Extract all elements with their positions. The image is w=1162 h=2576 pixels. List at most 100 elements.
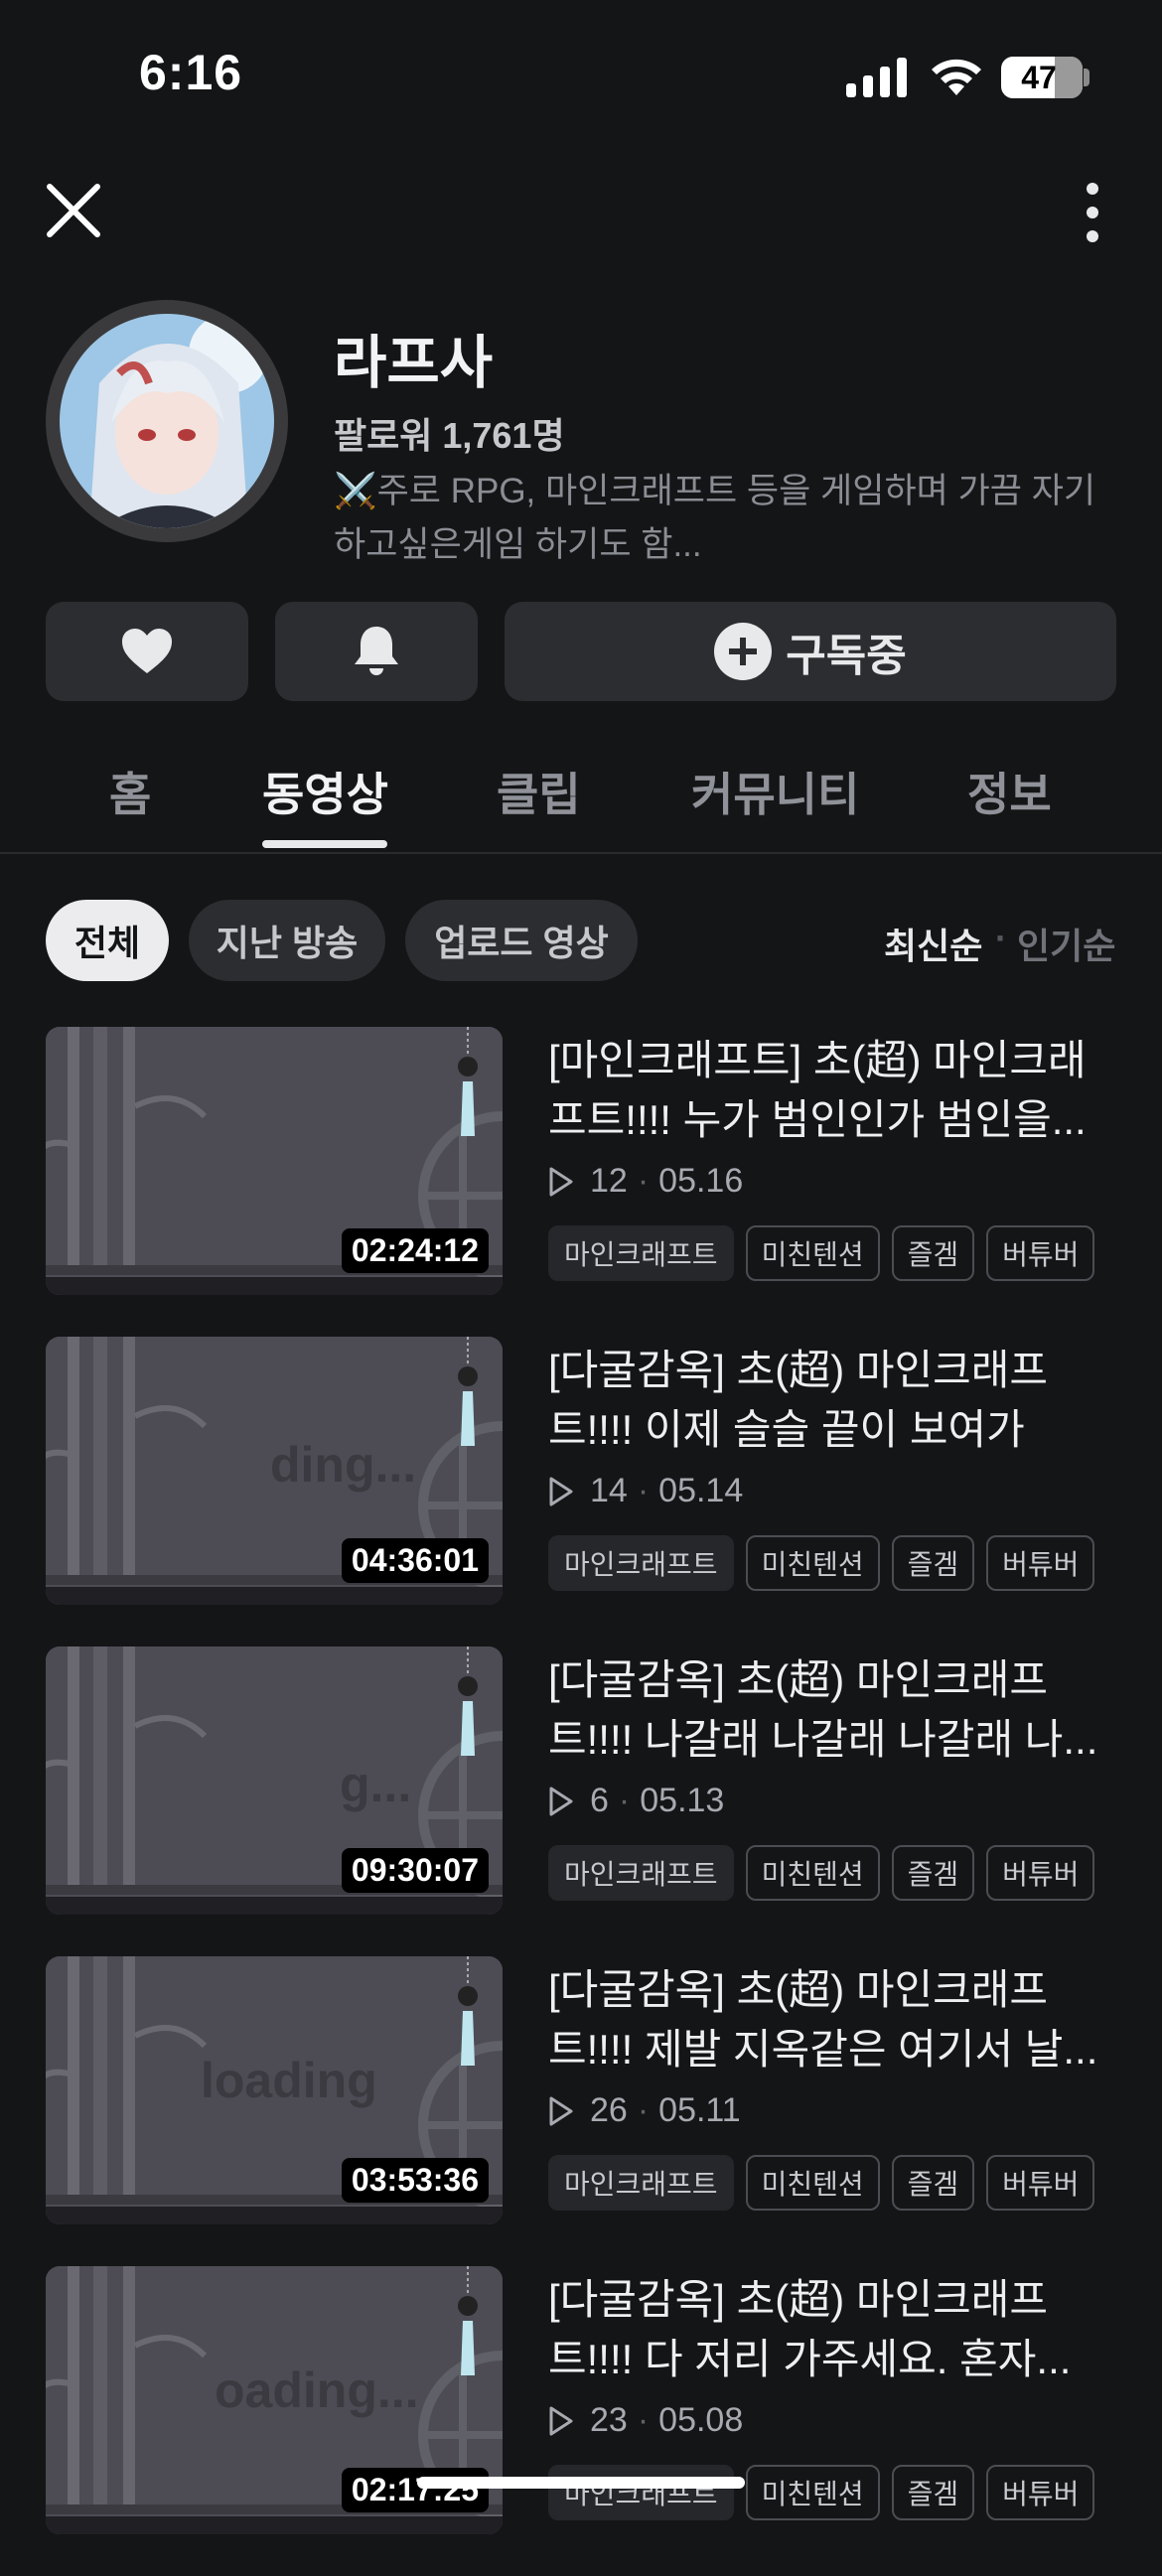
tag-chip[interactable]: 미친텐션 xyxy=(745,1535,880,1591)
video-thumbnail[interactable]: g... 09:30:07 xyxy=(46,1646,503,1915)
tag-chip[interactable]: 즐겜 xyxy=(891,1225,975,1281)
battery-icon: 47 xyxy=(1001,57,1083,98)
home-indicator[interactable] xyxy=(417,2477,745,2489)
video-duration: 02:17:25 xyxy=(341,2468,489,2512)
view-count: 6 xyxy=(590,1782,609,1819)
video-meta: 14 · 05.14 xyxy=(548,1472,743,1510)
tab-clips[interactable]: 클립 xyxy=(497,759,581,824)
tag-chip[interactable]: 마인크래프트 xyxy=(548,1225,734,1281)
video-tags: 마인크래프트 미친텐션 즐겜 버튜버 xyxy=(548,1845,1106,1901)
video-item[interactable]: 02:24:12 [마인크래프트] 초(超) 마인크래프트!!!! 누가 범인인… xyxy=(0,1027,1162,1337)
video-duration: 09:30:07 xyxy=(341,1848,489,1893)
channel-avatar[interactable] xyxy=(46,300,288,542)
video-duration: 04:36:01 xyxy=(341,1538,489,1583)
channel-description[interactable]: ⚔️주로 RPG, 마인크래프트 등을 게임하며 가끔 자기 하고싶은게임 하기… xyxy=(334,465,1108,572)
sort-newest[interactable]: 최신순 xyxy=(884,918,982,969)
active-tab-indicator xyxy=(262,840,387,848)
video-tags: 마인크래프트 미친텐션 즐겜 버튜버 xyxy=(548,2465,1106,2520)
cellular-signal-icon xyxy=(846,58,907,97)
video-duration: 03:53:36 xyxy=(341,2158,489,2203)
upload-date: 05.14 xyxy=(658,1472,744,1509)
meta-separator: · xyxy=(637,2091,650,2129)
upload-date: 05.13 xyxy=(640,1782,725,1819)
play-icon xyxy=(549,2406,573,2435)
subscribe-button[interactable]: 구독중 xyxy=(505,602,1116,701)
play-icon xyxy=(549,1477,573,1505)
more-options-icon[interactable] xyxy=(1073,181,1112,244)
video-thumbnail[interactable]: oading... 02:17:25 xyxy=(46,2266,503,2534)
view-count: 12 xyxy=(590,1162,628,1200)
tag-chip[interactable]: 즐겜 xyxy=(891,1845,975,1901)
tag-chip[interactable]: 마인크래프트 xyxy=(548,1845,734,1901)
tag-chip[interactable]: 즐겜 xyxy=(891,2465,975,2520)
meta-separator: · xyxy=(637,1162,650,1200)
upload-date: 05.16 xyxy=(658,1162,744,1200)
bell-icon xyxy=(355,627,398,675)
video-title[interactable]: [다굴감옥] 초(超) 마인크래프트!!!! 제발 지옥같은 여기서 날... xyxy=(548,1960,1104,2079)
tab-home[interactable]: 홈 xyxy=(109,759,151,824)
video-thumbnail[interactable]: 02:24:12 xyxy=(46,1027,503,1295)
meta-separator: · xyxy=(637,1472,650,1509)
video-title[interactable]: [다굴감옥] 초(超) 마인크래프트!!!! 이제 슬슬 끝이 보여가 희... xyxy=(548,1341,1104,1460)
plus-icon xyxy=(714,623,773,680)
video-thumbnail[interactable]: ding... 04:36:01 xyxy=(46,1337,503,1605)
filter-all[interactable]: 전체 xyxy=(46,900,169,981)
tag-chip[interactable]: 버튜버 xyxy=(986,1535,1095,1591)
notification-button[interactable] xyxy=(275,602,478,701)
video-meta: 12 · 05.16 xyxy=(548,1162,743,1201)
tag-chip[interactable]: 즐겜 xyxy=(891,2155,975,2211)
video-item[interactable]: g... 09:30:07 [다굴감옥] 초(超) 마인크래프트!!!! 나갈래… xyxy=(0,1646,1162,1956)
thumbnail-overlay-text: oading... xyxy=(215,2362,419,2418)
video-tags: 마인크래프트 미친텐션 즐겜 버튜버 xyxy=(548,2155,1106,2211)
close-icon[interactable] xyxy=(44,181,103,240)
tag-chip[interactable]: 마인크래프트 xyxy=(548,2155,734,2211)
thumbnail-overlay-text: g... xyxy=(340,1757,412,1812)
thumbnail-overlay-text: loading xyxy=(201,2053,377,2108)
tab-videos[interactable]: 동영상 xyxy=(262,759,388,824)
avatar-illustration xyxy=(60,314,274,528)
status-time: 6:16 xyxy=(139,45,243,100)
view-count: 14 xyxy=(590,1472,628,1509)
video-title[interactable]: [다굴감옥] 초(超) 마인크래프트!!!! 다 저리 가주세요. 혼자... xyxy=(548,2270,1104,2389)
tab-community[interactable]: 커뮤니티 xyxy=(691,759,859,824)
filter-uploads[interactable]: 업로드 영상 xyxy=(405,900,638,981)
play-icon xyxy=(549,2096,573,2125)
video-meta: 23 · 05.08 xyxy=(548,2401,743,2440)
video-duration: 02:24:12 xyxy=(341,1228,489,1273)
video-title[interactable]: [마인크래프트] 초(超) 마인크래프트!!!! 누가 범인인가 범인을... xyxy=(548,1031,1104,1150)
meta-separator: · xyxy=(618,1782,631,1819)
upload-date: 05.11 xyxy=(658,2091,741,2129)
battery-level: 47 xyxy=(1021,60,1057,95)
tag-chip[interactable]: 즐겜 xyxy=(891,1535,975,1591)
like-button[interactable] xyxy=(46,602,248,701)
video-title[interactable]: [다굴감옥] 초(超) 마인크래프트!!!! 나갈래 나갈래 나갈래 나... xyxy=(548,1650,1104,1770)
video-item[interactable]: ding... 04:36:01 [다굴감옥] 초(超) 마인크래프트!!!! … xyxy=(0,1337,1162,1646)
battery-tip xyxy=(1084,69,1089,86)
view-count: 23 xyxy=(590,2401,628,2439)
tag-chip[interactable]: 미친텐션 xyxy=(745,2465,880,2520)
channel-name: 라프사 xyxy=(334,331,494,395)
meta-separator: · xyxy=(637,2401,650,2439)
tag-chip[interactable]: 버튜버 xyxy=(986,2465,1095,2520)
wifi-icon xyxy=(932,59,981,95)
tag-chip[interactable]: 마인크래프트 xyxy=(548,2465,734,2520)
filter-past-broadcasts[interactable]: 지난 방송 xyxy=(189,900,385,981)
video-meta: 6 · 05.13 xyxy=(548,1782,724,1820)
tag-chip[interactable]: 버튜버 xyxy=(986,2155,1095,2211)
video-thumbnail[interactable]: loading 03:53:36 xyxy=(46,1956,503,2224)
tag-chip[interactable]: 미친텐션 xyxy=(745,1845,880,1901)
tag-chip[interactable]: 마인크래프트 xyxy=(548,1535,734,1591)
video-item[interactable]: oading... 02:17:25 [다굴감옥] 초(超) 마인크래프트!!!… xyxy=(0,2266,1162,2576)
subscribe-label: 구독중 xyxy=(786,632,907,680)
follower-count: 팔로워 1,761명 xyxy=(334,415,565,456)
tag-chip[interactable]: 미친텐션 xyxy=(745,2155,880,2211)
tag-chip[interactable]: 미친텐션 xyxy=(745,1225,880,1281)
tag-chip[interactable]: 버튜버 xyxy=(986,1225,1095,1281)
play-icon xyxy=(549,1787,573,1815)
tag-chip[interactable]: 버튜버 xyxy=(986,1845,1095,1901)
video-tags: 마인크래프트 미친텐션 즐겜 버튜버 xyxy=(548,1535,1106,1591)
sort-popular[interactable]: 인기순 xyxy=(1017,918,1115,969)
tab-info[interactable]: 정보 xyxy=(967,759,1052,824)
video-item[interactable]: loading 03:53:36 [다굴감옥] 초(超) 마인크래프트!!!! … xyxy=(0,1956,1162,2266)
video-meta: 26 · 05.11 xyxy=(548,2091,741,2130)
